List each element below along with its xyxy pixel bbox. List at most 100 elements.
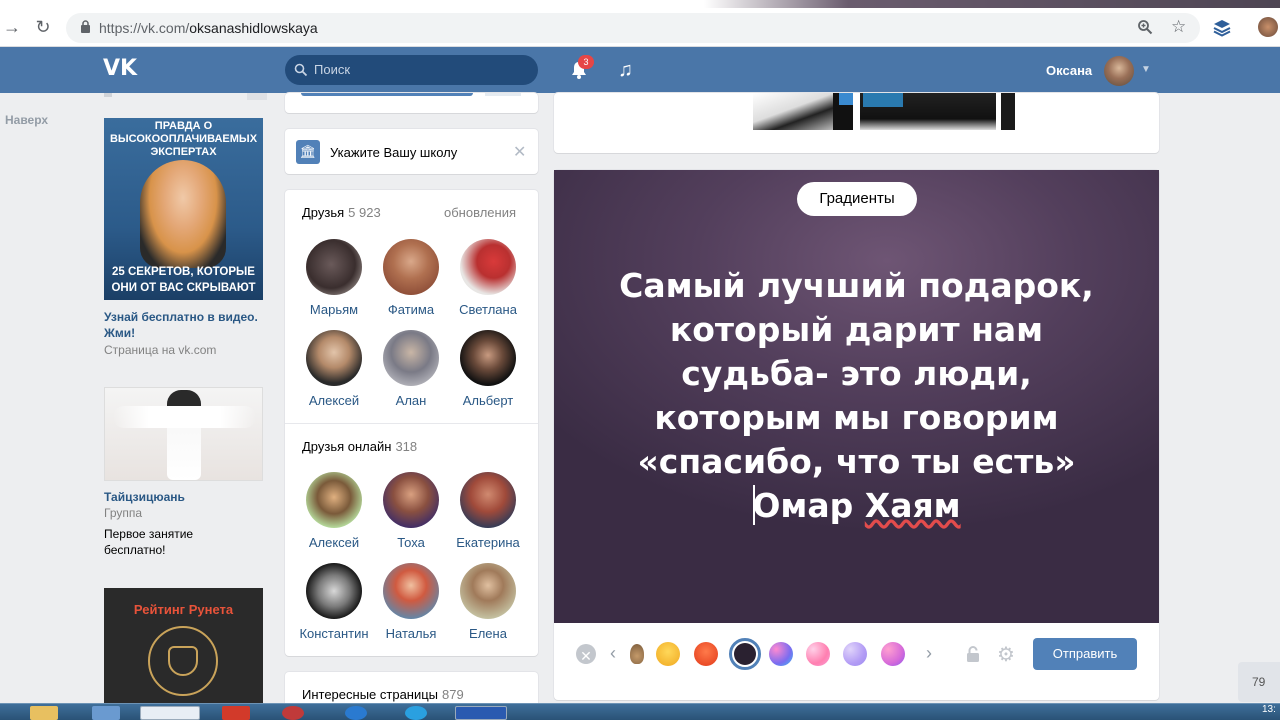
- friend-photo: [383, 472, 439, 528]
- school-prompt-link[interactable]: Укажите Вашу школу: [330, 145, 457, 160]
- profile-card-stub: [285, 93, 538, 113]
- chevron-right-icon[interactable]: ›: [926, 643, 932, 664]
- zoom-icon[interactable]: [1137, 19, 1153, 35]
- gradient-swatch-violet[interactable]: [881, 642, 905, 666]
- friends-updates-link[interactable]: обновления: [444, 205, 516, 220]
- friend-item[interactable]: Фатима: [373, 239, 449, 317]
- ad-image-taichi[interactable]: [104, 387, 263, 481]
- word-taskbar-icon[interactable]: [455, 706, 507, 720]
- bookmark-star-icon[interactable]: ☆: [1171, 17, 1186, 37]
- friend-photo: [306, 330, 362, 386]
- friend-name: Альберт: [462, 393, 514, 408]
- search-placeholder: Поиск: [314, 62, 351, 77]
- friend-photo: [383, 330, 439, 386]
- online-friend-item[interactable]: Наталья: [373, 563, 449, 641]
- divider: [285, 423, 538, 424]
- ad-image-title: Рейтинг Рунета: [133, 602, 234, 617]
- interesting-label: Интересные страницы: [302, 687, 439, 702]
- angry-emoji-icon[interactable]: [694, 642, 718, 666]
- friend-item[interactable]: Алексей: [296, 330, 372, 408]
- online-friend-item[interactable]: Константин: [296, 563, 372, 641]
- chevron-left-icon[interactable]: ‹: [610, 643, 616, 664]
- online-friend-item[interactable]: Алексей: [296, 472, 372, 550]
- browser-tab-strip: [320, 0, 1280, 8]
- gradient-swatch-dark[interactable]: [734, 643, 756, 665]
- friends-title[interactable]: Друзья 5 923: [302, 205, 381, 220]
- friend-name: Алексей: [308, 393, 360, 408]
- url-text[interactable]: https://vk.com/oksanashidlowskaya: [99, 19, 318, 37]
- user-name[interactable]: Оксана: [1046, 63, 1092, 78]
- friend-name: Алексей: [308, 535, 360, 550]
- vk-logo[interactable]: VK: [103, 58, 141, 80]
- chevron-down-icon[interactable]: ▼: [1141, 64, 1151, 75]
- profile-avatar-icon[interactable]: [1258, 17, 1278, 37]
- friend-item[interactable]: Светлана: [450, 239, 526, 317]
- reload-icon[interactable]: ↻: [32, 16, 54, 38]
- skype-taskbar-icon[interactable]: [405, 706, 427, 720]
- online-friend-item[interactable]: Елена: [450, 563, 526, 641]
- close-icon[interactable]: ✕: [513, 142, 526, 162]
- extension-icon[interactable]: [1213, 19, 1231, 37]
- gradients-button[interactable]: Градиенты: [797, 182, 917, 216]
- yandex-taskbar-icon[interactable]: [282, 706, 304, 720]
- gradient-swatch-lilac[interactable]: [843, 642, 867, 666]
- ad-figure: [167, 390, 201, 480]
- friend-photo: [306, 563, 362, 619]
- ad-arms: [113, 406, 256, 428]
- gradient-swatch-pink[interactable]: [806, 642, 830, 666]
- chat-counter[interactable]: 79: [1238, 662, 1280, 702]
- online-label: Друзья онлайн: [302, 439, 392, 454]
- friend-photo: [383, 563, 439, 619]
- author-first: Омар: [752, 486, 854, 525]
- friends-count: 5 923: [348, 205, 381, 220]
- friend-name: Елена: [469, 626, 507, 641]
- friend-name: Алан: [395, 393, 427, 408]
- emblem-icon: [148, 626, 218, 696]
- friend-item[interactable]: Алан: [373, 330, 449, 408]
- music-icon[interactable]: ♫: [618, 59, 640, 81]
- lock-icon[interactable]: [965, 645, 981, 663]
- back-to-top-link[interactable]: Наверх: [5, 113, 48, 127]
- friend-name: Марьям: [309, 302, 359, 317]
- friend-photo: [460, 239, 516, 295]
- ad-image-runet[interactable]: Рейтинг Рунета: [104, 588, 263, 708]
- ad-stub-right: [247, 93, 267, 100]
- gradient-swatch-blue[interactable]: [769, 642, 793, 666]
- interesting-pages-title[interactable]: Интересные страницы 879: [302, 687, 464, 702]
- friend-photo: [460, 330, 516, 386]
- send-button[interactable]: Отправить: [1033, 638, 1137, 670]
- friend-item[interactable]: Марьям: [296, 239, 372, 317]
- chrome-taskbar-icon[interactable]: [140, 706, 200, 720]
- ad-image-experts[interactable]: ПРАВДА О ВЫСОКООПЛАЧИВАЕМЫХ ЭКСПЕРТАХ 25…: [104, 118, 263, 300]
- forward-icon[interactable]: →: [1, 16, 23, 38]
- online-friends-title[interactable]: Друзья онлайн 318: [302, 439, 417, 454]
- crying-emoji-icon[interactable]: [656, 642, 680, 666]
- friend-photo: [460, 563, 516, 619]
- ad-stub: [104, 93, 112, 97]
- lock-icon[interactable]: [80, 20, 91, 33]
- explorer-taskbar-icon[interactable]: [92, 706, 120, 720]
- friend-name: Екатерина: [456, 535, 520, 550]
- ad-text: Первое занятие бесплатно!: [104, 527, 194, 557]
- app-taskbar-icon[interactable]: [222, 706, 250, 720]
- tray-clock[interactable]: 13:: [1262, 704, 1280, 720]
- close-icon[interactable]: ✕: [576, 644, 596, 664]
- post-image-phones[interactable]: [753, 93, 1019, 130]
- post-author-line[interactable]: Омар Хаям: [554, 484, 1159, 528]
- browser-taskbar-icon[interactable]: [345, 706, 367, 720]
- friend-photo: [383, 239, 439, 295]
- ad-title[interactable]: Узнай бесплатно в видео. Жми!: [104, 309, 263, 341]
- friend-item[interactable]: Альберт: [450, 330, 526, 408]
- online-friend-item[interactable]: Екатерина: [450, 472, 526, 550]
- emoji-partial-icon[interactable]: [630, 644, 644, 664]
- friend-name: Константин: [299, 626, 369, 641]
- folder-taskbar-icon[interactable]: [30, 706, 58, 720]
- friend-photo: [306, 472, 362, 528]
- online-friend-item[interactable]: Тоха: [373, 472, 449, 550]
- friend-name: Светлана: [459, 302, 517, 317]
- ad-title[interactable]: Тайцзицюань: [104, 489, 263, 505]
- gear-icon[interactable]: ⚙: [997, 642, 1015, 667]
- user-avatar[interactable]: [1104, 56, 1134, 86]
- post-text-editor[interactable]: Самый лучший подарок, который дарит нам …: [554, 264, 1159, 484]
- ad-subtitle: Страница на vk.com: [104, 343, 217, 357]
